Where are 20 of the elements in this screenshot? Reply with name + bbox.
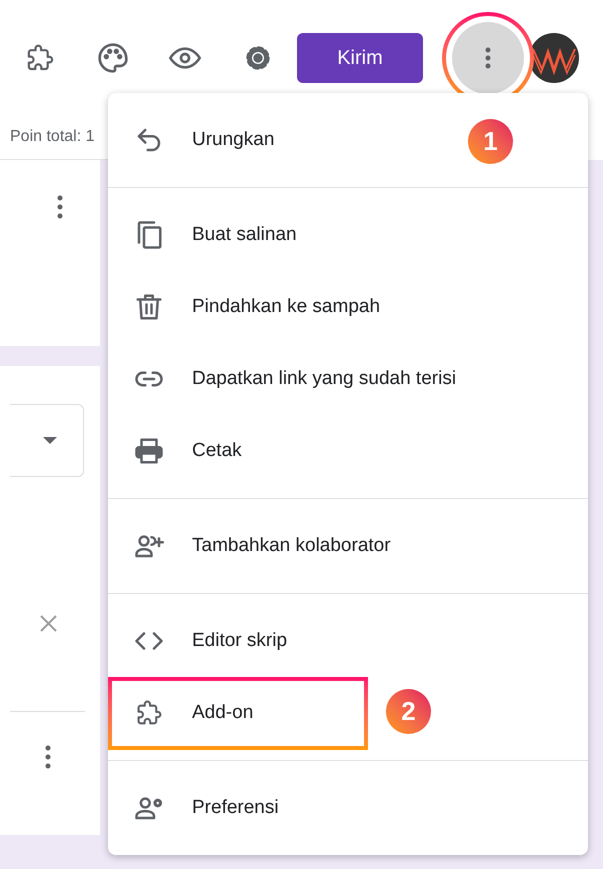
send-button[interactable]: Kirim	[297, 32, 423, 82]
trash-icon	[134, 292, 164, 322]
menu-item[interactable]: Editor skrip	[108, 611, 300, 671]
more-vertical-icon[interactable]	[45, 745, 51, 769]
menu-item[interactable]: Tambahkan kolaborator	[108, 516, 403, 576]
dropdown-arrow-icon	[43, 437, 57, 444]
printer-icon	[134, 436, 164, 466]
dropdown-field[interactable]	[10, 404, 84, 477]
menu-item[interactable]: Preferensi	[108, 778, 291, 838]
menu-item[interactable]: Urungkan	[108, 110, 286, 170]
more-vertical-icon	[485, 46, 491, 68]
menu-item[interactable]: Cetak	[108, 421, 254, 481]
menu-item[interactable]: Buat salinan	[108, 205, 309, 265]
palette-icon[interactable]	[96, 42, 128, 74]
close-icon[interactable]	[40, 615, 57, 632]
points-text: Poin total: 1	[10, 127, 94, 147]
menu-item[interactable]: Dapatkan link yang sudah terisi	[108, 349, 468, 409]
menu-item[interactable]: Add-on	[108, 683, 266, 743]
more-vertical-icon[interactable]	[57, 195, 63, 219]
menu-item[interactable]: Pindahkan ke sampah	[108, 277, 392, 337]
